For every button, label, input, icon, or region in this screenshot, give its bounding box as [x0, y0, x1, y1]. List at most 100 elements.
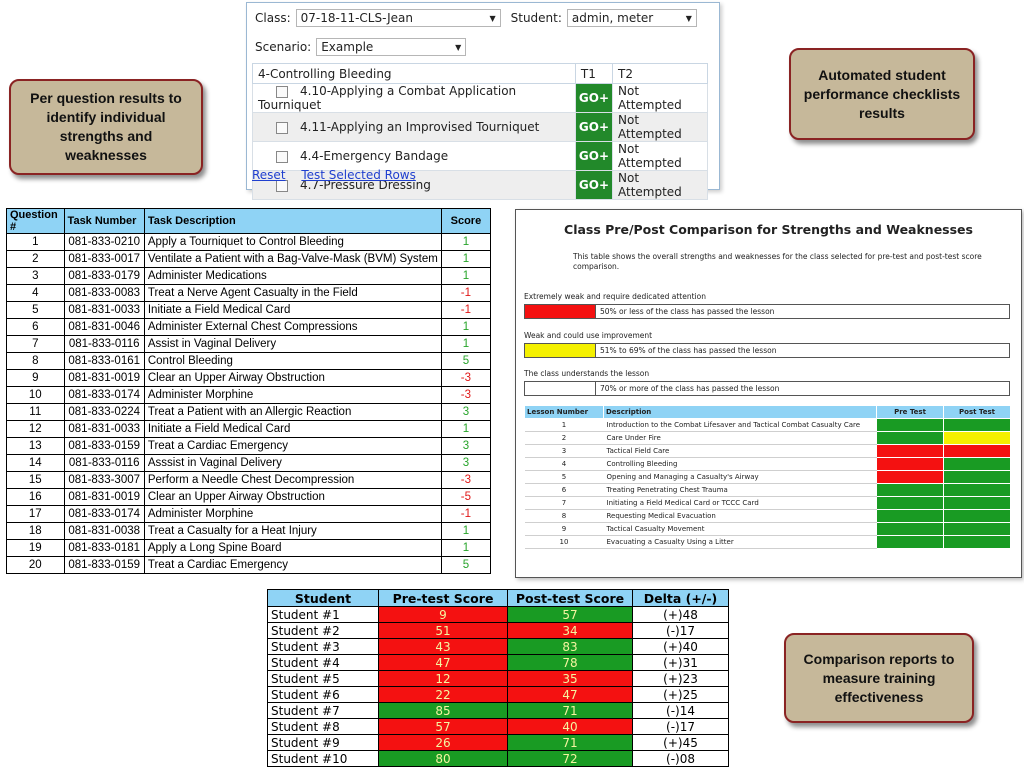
row-checkbox[interactable] [276, 150, 288, 163]
student-header-cell: Pre-test Score [378, 589, 508, 607]
question-row: 10 081-833-0174 Administer Morphine -3 [6, 386, 492, 404]
student-name: Student #4 [267, 654, 379, 671]
checklist-task-cell: 4.10-Applying a Combat Application Tourn… [252, 83, 576, 113]
question-row: 14 081-833-0116 Asssist in Vaginal Deliver… [6, 454, 492, 472]
lesson-header-cell: Lesson Number [524, 405, 604, 419]
task-number: 081-833-3007 [63, 471, 145, 489]
legend-row-yellow: 51% to 69% of the class has passed the l… [524, 343, 1010, 358]
question-score: 1 [440, 522, 492, 540]
checklist-header-row: 4-Controlling Bleeding T1 T2 [252, 63, 708, 84]
checklist-panel: Class: 07-18-11-CLS-Jean ▼ Student: admi… [246, 2, 720, 200]
task-number: 081-833-0174 [63, 505, 145, 523]
checklist-row: 4.10-Applying a Combat Application Tourn… [252, 83, 708, 113]
task-description: Treat a Patient with an Allergic Reactio… [143, 403, 442, 421]
callout-text: Per question results to identify individ… [30, 90, 182, 163]
lesson-description: Tactical Casualty Movement [603, 522, 877, 536]
class-select[interactable]: 07-18-11-CLS-Jean ▼ [295, 9, 501, 27]
lesson-number: 9 [524, 522, 604, 536]
question-score: 5 [440, 556, 492, 574]
post-test-status [943, 509, 1011, 523]
pre-test-status [876, 457, 944, 471]
score-delta: (-)17 [632, 622, 729, 639]
question-number: 5 [6, 301, 65, 319]
student-select-value: admin, meter [571, 11, 654, 25]
student-row: Student #1 9 57 (+)48 [267, 606, 729, 623]
question-header-cell: Task Description [143, 208, 442, 234]
task-description: Treat a Casualty for a Heat Injury [143, 522, 442, 540]
callout-per-question: Per question results to identify individ… [9, 79, 203, 175]
task-number: 081-833-0179 [63, 267, 145, 285]
task-number: 081-833-0083 [63, 284, 145, 302]
lesson-description: Evacuating a Casualty Using a Litter [603, 535, 877, 549]
post-test-status [943, 522, 1011, 536]
pre-test-status [876, 470, 944, 484]
student-row: Student #5 12 35 (+)23 [267, 670, 729, 687]
checklist-t1-result: GO+ [574, 83, 614, 113]
student-select[interactable]: admin, meter ▼ [566, 9, 697, 27]
student-row: Student #4 47 78 (+)31 [267, 654, 729, 671]
post-test-status [943, 535, 1011, 549]
task-description: Ventilate a Patient with a Bag-Valve-Mas… [143, 250, 442, 268]
legend-swatch-red [525, 305, 596, 318]
legend-row-white: 70% or more of the class has passed the … [524, 381, 1010, 396]
question-row: 7 081-833-0116 Assist in Vaginal Delivery 1 [6, 335, 492, 353]
checklist-t2-result: Not Attempted [612, 112, 708, 142]
task-description: Initiate a Field Medical Card [143, 301, 442, 319]
question-score: -3 [440, 369, 492, 387]
question-row: 17 081-833-0174 Administer Morphine -1 [6, 505, 492, 523]
class-label: Class: [255, 11, 291, 25]
reset-link[interactable]: Reset [252, 168, 286, 182]
test-selected-rows-link[interactable]: Test Selected Rows [301, 168, 416, 182]
lesson-description: Controlling Bleeding [603, 457, 877, 471]
post-test-score: 47 [507, 686, 633, 703]
question-row: 19 081-833-0181 Apply a Long Spine Board 1 [6, 539, 492, 557]
row-checkbox[interactable] [276, 85, 288, 98]
post-test-status [943, 444, 1011, 458]
student-name: Student #7 [267, 702, 379, 719]
post-test-score: 71 [507, 702, 633, 719]
lesson-row: 10 Evacuating a Casualty Using a Litter [524, 535, 1011, 549]
question-score: -3 [440, 471, 492, 489]
question-score: 5 [440, 352, 492, 370]
task-description: Treat a Nerve Agent Casualty in the Fiel… [143, 284, 442, 302]
lesson-number: 8 [524, 509, 604, 523]
student-name: Student #3 [267, 638, 379, 655]
task-number: 081-833-0159 [63, 556, 145, 574]
pre-test-status [876, 431, 944, 445]
post-test-score: 34 [507, 622, 633, 639]
task-description: Apply a Long Spine Board [143, 539, 442, 557]
question-row: 13 081-833-0159 Treat a Cardiac Emergency 3 [6, 437, 492, 455]
post-test-status [943, 496, 1011, 510]
question-number: 14 [6, 454, 65, 472]
post-test-score: 83 [507, 638, 633, 655]
task-description: Perform a Needle Chest Decompression [143, 471, 442, 489]
question-number: 6 [6, 318, 65, 336]
checklist-t1-result: GO+ [574, 170, 614, 200]
scenario-select[interactable]: Example ▼ [316, 38, 467, 56]
pre-test-status [876, 483, 944, 497]
pre-test-score: 47 [378, 654, 508, 671]
lesson-description: Initiating a Field Medical Card or TCCC … [603, 496, 877, 510]
question-header-cell: Score [440, 208, 492, 234]
task-description: Treat a Cardiac Emergency [143, 556, 442, 574]
scenario-select-value: Example [321, 40, 374, 54]
lesson-header-row: Lesson Number Description Pre Test Post Tes… [524, 405, 1011, 419]
lesson-number: 2 [524, 431, 604, 445]
question-number: 7 [6, 335, 65, 353]
question-row: 18 081-831-0038 Treat a Casualty for a Hea… [6, 522, 492, 540]
legend-label-red: Extremely weak and require dedicated att… [524, 292, 706, 301]
student-label: Student: [510, 11, 562, 25]
row-checkbox[interactable] [276, 121, 288, 134]
question-header-cell: Question # [6, 208, 65, 234]
task-number: 081-833-0161 [63, 352, 145, 370]
question-row: 11 081-833-0224 Treat a Patient with an Al… [6, 403, 492, 421]
class-select-value: 07-18-11-CLS-Jean [300, 11, 413, 25]
legend-label-white: The class understands the lesson [524, 369, 650, 378]
student-row: Student #8 57 40 (-)17 [267, 718, 729, 735]
question-row: 4 081-833-0083 Treat a Nerve Agent Casualt… [6, 284, 492, 302]
checklist-t2-result: Not Attempted [612, 83, 708, 113]
lesson-description: Care Under Fire [603, 431, 877, 445]
question-number: 19 [6, 539, 65, 557]
question-score: 3 [440, 403, 492, 421]
student-name: Student #10 [267, 750, 379, 767]
